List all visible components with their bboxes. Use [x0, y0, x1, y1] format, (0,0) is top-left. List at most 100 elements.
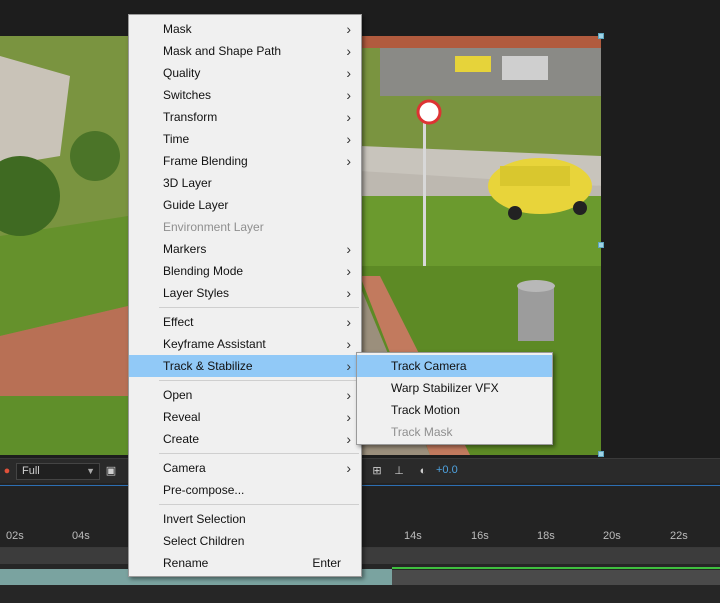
chevron-right-icon: › [346, 153, 351, 169]
menu-item-keyframe-assistant[interactable]: Keyframe Assistant › [129, 333, 361, 355]
menu-item-label: Mask [163, 22, 192, 36]
menu-item-label: 3D Layer [163, 176, 212, 190]
menu-item-time[interactable]: Time › [129, 128, 361, 150]
menu-item-invert-selection[interactable]: Invert Selection [129, 508, 361, 530]
menu-item-label: Reveal [163, 410, 201, 424]
chevron-right-icon: › [346, 314, 351, 330]
menu-item-quality[interactable]: Quality › [129, 62, 361, 84]
menu-item-environment-layer: Environment Layer [129, 216, 361, 238]
ruler-tick-label: 02s [6, 530, 24, 542]
flowchart-icon[interactable]: ⊥ [392, 464, 406, 478]
menu-item-frame-blending[interactable]: Frame Blending › [129, 150, 361, 172]
region-of-interest-icon[interactable]: ▣ [104, 464, 118, 478]
menu-item-label: Camera [163, 461, 206, 475]
menu-item-mask[interactable]: Mask › [129, 18, 361, 40]
menu-item-pre-compose[interactable]: Pre-compose... [129, 479, 361, 501]
ruler-tick-label: 18s [537, 530, 555, 542]
menu-separator [159, 380, 359, 381]
menu-item-label: Quality [163, 66, 201, 80]
menu-item-rename[interactable]: Rename Enter [129, 552, 361, 574]
menu-item-markers[interactable]: Markers › [129, 238, 361, 260]
menu-item-label: Select Children [163, 534, 245, 548]
menu-item-label: Time [163, 132, 190, 146]
exposure-reset-icon[interactable]: ◐ [416, 464, 430, 478]
ruler-tick-label: 20s [603, 530, 621, 542]
menu-item-label: Open [163, 388, 193, 402]
chevron-right-icon: › [346, 263, 351, 279]
menu-item-label: Markers [163, 242, 207, 256]
menu-separator [159, 307, 359, 308]
chevron-right-icon: › [346, 87, 351, 103]
menu-item-label: Rename [163, 556, 209, 570]
chevron-right-icon: › [346, 21, 351, 37]
menu-item-label: Pre-compose... [163, 483, 245, 497]
menu-item-3d-layer[interactable]: 3D Layer [129, 172, 361, 194]
submenu-item-warp-stabilizer-vfx[interactable]: Warp Stabilizer VFX [357, 377, 552, 399]
chevron-right-icon: › [346, 109, 351, 125]
menu-separator [159, 453, 359, 454]
menu-item-label: Invert Selection [163, 512, 246, 526]
ruler-tick-label: 14s [404, 530, 422, 542]
menu-item-label: Transform [163, 110, 218, 124]
3d-view-icon[interactable]: ⊞ [370, 464, 384, 478]
chevron-right-icon: › [346, 387, 351, 403]
menu-item-label: Effect [163, 315, 194, 329]
menu-item-label: Layer Styles [163, 286, 230, 300]
menu-item-mask-and-shape-path[interactable]: Mask and Shape Path › [129, 40, 361, 62]
exposure-value[interactable]: +0.0 [436, 464, 458, 476]
chevron-right-icon: › [346, 241, 351, 257]
submenu-item-label: Track Motion [391, 403, 460, 417]
menu-item-create[interactable]: Create › [129, 428, 361, 450]
track-stabilize-submenu: Track Camera Warp Stabilizer VFX Track Mot… [356, 352, 553, 445]
submenu-item-track-camera[interactable]: Track Camera [357, 355, 552, 377]
menu-item-effect[interactable]: Effect › [129, 311, 361, 333]
menu-item-switches[interactable]: Switches › [129, 84, 361, 106]
ruler-tick-label: 16s [471, 530, 489, 542]
menu-item-label: Track & Stabilize [163, 359, 253, 373]
menu-item-label: Mask and Shape Path [163, 44, 282, 58]
submenu-item-label: Track Mask [391, 425, 453, 439]
layer-handle-bottom-right[interactable] [598, 451, 604, 457]
chevron-right-icon: › [346, 358, 351, 374]
layer-handle-mid-right[interactable] [598, 242, 604, 248]
color-channels-icon[interactable]: ● [0, 464, 14, 478]
chevron-right-icon: › [346, 409, 351, 425]
menu-item-shortcut: Enter [312, 556, 341, 570]
menu-item-label: Environment Layer [163, 220, 264, 234]
menu-item-open[interactable]: Open › [129, 384, 361, 406]
rendered-indicator [392, 567, 720, 569]
chevron-down-icon: ▼ [86, 466, 95, 476]
menu-separator [159, 504, 359, 505]
chevron-right-icon: › [346, 43, 351, 59]
menu-item-label: Create [163, 432, 200, 446]
menu-item-blending-mode[interactable]: Blending Mode › [129, 260, 361, 282]
chevron-right-icon: › [346, 285, 351, 301]
menu-item-reveal[interactable]: Reveal › [129, 406, 361, 428]
menu-item-transform[interactable]: Transform › [129, 106, 361, 128]
resolution-value: Full [22, 465, 40, 477]
menu-item-label: Switches [163, 88, 212, 102]
layer-handle-top-right[interactable] [598, 33, 604, 39]
chevron-right-icon: › [346, 131, 351, 147]
menu-item-select-children[interactable]: Select Children [129, 530, 361, 552]
layer-context-menu: Mask › Mask and Shape Path › Quality › Switche… [128, 14, 362, 577]
menu-item-label: Frame Blending [163, 154, 248, 168]
chevron-right-icon: › [346, 336, 351, 352]
menu-item-camera[interactable]: Camera › [129, 457, 361, 479]
chevron-right-icon: › [346, 460, 351, 476]
submenu-item-track-mask: Track Mask [357, 421, 552, 443]
menu-item-track-and-stabilize[interactable]: Track & Stabilize › [129, 355, 361, 377]
menu-item-label: Keyframe Assistant [163, 337, 266, 351]
chevron-right-icon: › [346, 65, 351, 81]
ruler-tick-label: 22s [670, 530, 688, 542]
submenu-item-label: Track Camera [391, 359, 467, 373]
submenu-item-label: Warp Stabilizer VFX [391, 381, 499, 395]
menu-item-guide-layer[interactable]: Guide Layer [129, 194, 361, 216]
menu-item-label: Guide Layer [163, 198, 229, 212]
menu-item-layer-styles[interactable]: Layer Styles › [129, 282, 361, 304]
menu-item-label: Blending Mode [163, 264, 244, 278]
layer-out-bar [392, 570, 720, 585]
resolution-dropdown[interactable]: Full ▼ [16, 463, 100, 480]
submenu-item-track-motion[interactable]: Track Motion [357, 399, 552, 421]
ruler-tick-label: 04s [72, 530, 90, 542]
